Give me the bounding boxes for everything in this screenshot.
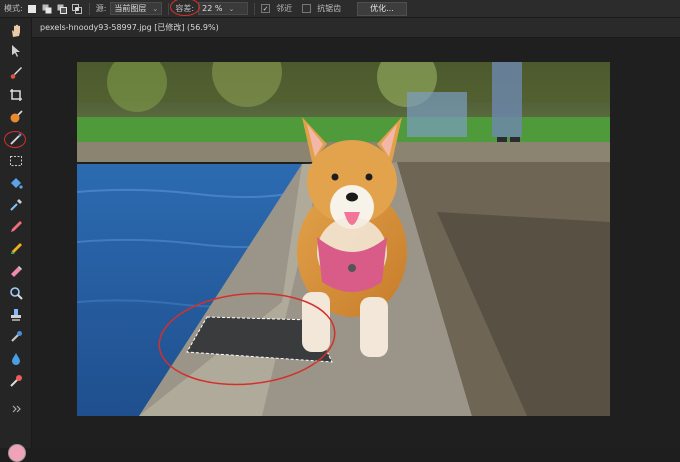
- mode-label: 模式:: [4, 4, 23, 13]
- contiguous-label: 邻近: [276, 4, 293, 13]
- tolerance-input[interactable]: 22 % ⌄: [198, 2, 249, 15]
- document-title: pexels-hnoody93-58997.jpg [已修改] (56.9%): [40, 23, 219, 32]
- divider: [254, 2, 256, 15]
- divider: [168, 2, 170, 15]
- options-bar: 模式: 源: 当前图层 ⌄ 容差: 22 % ⌄ ✓ 邻近 抗锯齿 优化...: [0, 0, 680, 18]
- zoom-icon[interactable]: [6, 284, 26, 302]
- corgi-photo: [77, 62, 610, 416]
- new-selection-icon[interactable]: [27, 3, 38, 14]
- highlight-ring: [170, 0, 201, 16]
- optimize-button[interactable]: 优化...: [357, 1, 407, 16]
- tool-panel: [0, 18, 32, 462]
- clone-stamp-icon[interactable]: [6, 306, 26, 324]
- move-icon[interactable]: [6, 42, 26, 60]
- marquee-icon[interactable]: [6, 152, 26, 170]
- expand-icon[interactable]: [6, 402, 26, 416]
- eyedropper-icon[interactable]: [6, 196, 26, 214]
- crop-icon[interactable]: [6, 86, 26, 104]
- sponge-icon[interactable]: [6, 372, 26, 390]
- foreground-color-swatch[interactable]: [8, 444, 26, 462]
- source-label: 源:: [95, 4, 107, 13]
- add-selection-icon[interactable]: [42, 3, 53, 14]
- brush-icon[interactable]: [6, 64, 26, 82]
- contiguous-checkbox[interactable]: ✓: [261, 4, 271, 13]
- color-replace-icon[interactable]: [6, 240, 26, 258]
- active-tool-ring: [4, 131, 26, 148]
- antialias-checkbox[interactable]: [302, 4, 312, 13]
- divider: [88, 2, 90, 15]
- healing-icon[interactable]: [6, 108, 26, 126]
- source-value: 当前图层: [114, 4, 147, 13]
- tolerance-group: 容差:: [170, 0, 201, 16]
- tolerance-value: 22 %: [202, 4, 223, 13]
- blur-icon[interactable]: [6, 350, 26, 368]
- eraser-icon[interactable]: [6, 262, 26, 280]
- antialias-label: 抗锯齿: [317, 4, 342, 13]
- chevron-down-icon: ⌄: [152, 4, 159, 13]
- document-image[interactable]: [77, 62, 610, 416]
- source-dropdown[interactable]: 当前图层 ⌄: [110, 2, 163, 15]
- subtract-selection-icon[interactable]: [57, 3, 68, 14]
- hand-icon[interactable]: [6, 22, 26, 40]
- document-tab[interactable]: pexels-hnoody93-58997.jpg [已修改] (56.9%): [32, 18, 680, 38]
- pencil-icon[interactable]: [6, 218, 26, 236]
- chevron-down-icon: ⌄: [228, 4, 235, 13]
- fill-icon[interactable]: [6, 174, 26, 192]
- intersect-selection-icon[interactable]: [72, 3, 83, 14]
- dropper-icon[interactable]: [6, 328, 26, 346]
